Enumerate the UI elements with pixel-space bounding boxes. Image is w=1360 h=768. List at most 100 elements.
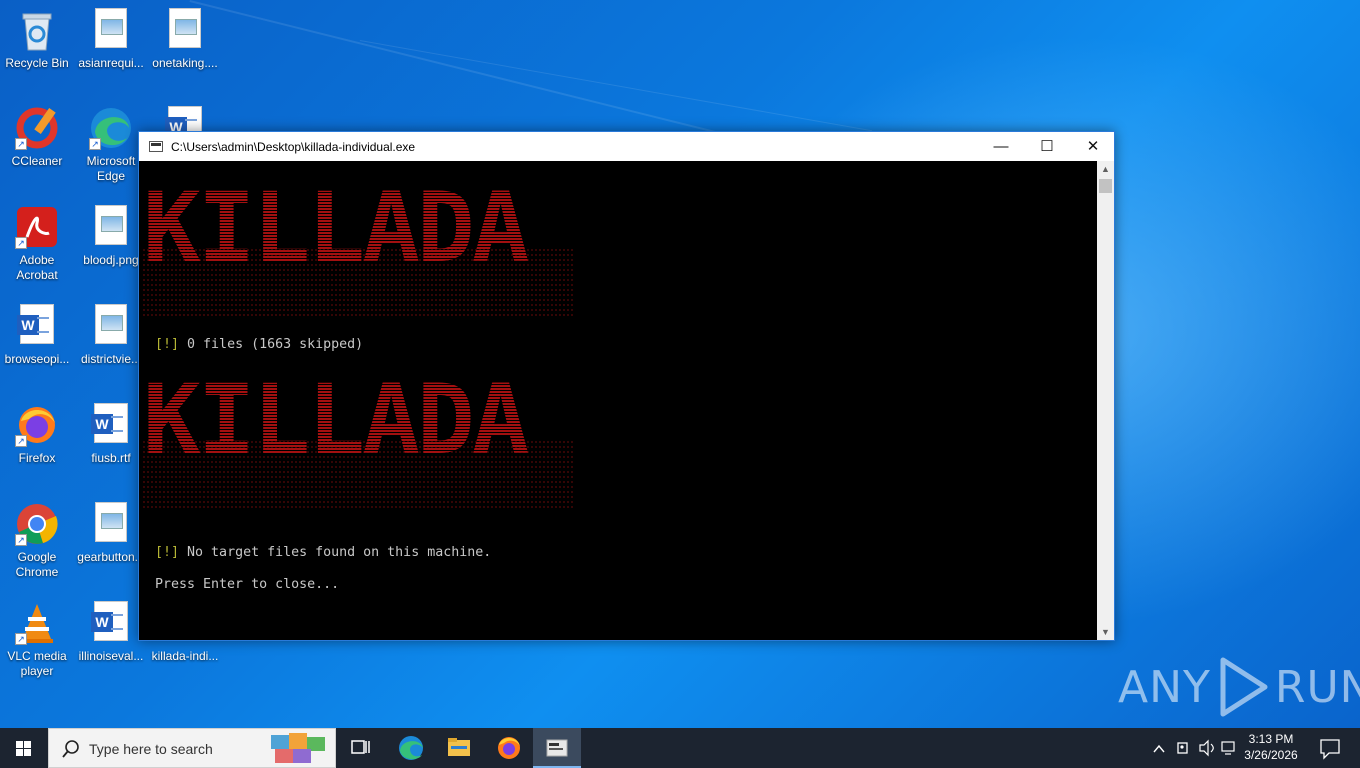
desktop-icon-label: districtvie...: [80, 352, 141, 366]
desktop-icon-label: bloodj.png: [83, 253, 139, 267]
desktop-icon-label: VLC media player: [7, 649, 67, 678]
desktop-icon-adobe-acrobat[interactable]: ↗ Adobe Acrobat: [0, 205, 74, 283]
desktop-icon-fiusb[interactable]: W fiusb.rtf: [74, 403, 148, 466]
light-ray: [359, 40, 873, 132]
notification-icon: [1320, 739, 1340, 760]
volume-icon[interactable]: [1199, 739, 1214, 757]
window-title: C:\Users\admin\Desktop\killada-individua…: [171, 139, 416, 154]
killada-banner-1: KILLADA: [143, 169, 583, 319]
close-button[interactable]: ✕: [1070, 132, 1116, 161]
taskbar-search-box[interactable]: Type here to search: [48, 728, 336, 768]
desktop-icon-vlc[interactable]: ↗ VLC media player: [0, 601, 74, 679]
maximize-button[interactable]: ☐: [1024, 132, 1070, 161]
windows-logo-icon: [16, 741, 31, 756]
scroll-down-arrow-icon[interactable]: ▼: [1097, 624, 1114, 640]
firefox-icon: ↗: [15, 403, 59, 447]
desktop-icon-bloodj[interactable]: bloodj.png: [74, 205, 148, 268]
desktop-icon-microsoft-edge[interactable]: ↗ Microsoft Edge: [74, 106, 148, 184]
word-document-icon: W: [15, 304, 59, 348]
image-file-icon: [163, 8, 207, 52]
console-line-prompt: Press Enter to close...: [155, 577, 340, 592]
shortcut-arrow-icon: ↗: [15, 237, 27, 249]
task-view-button[interactable]: [336, 728, 384, 768]
shortcut-arrow-icon: ↗: [15, 435, 27, 447]
ccleaner-icon: ↗: [15, 106, 59, 150]
play-logo-icon: [1220, 657, 1268, 717]
scroll-up-arrow-icon[interactable]: ▲: [1097, 161, 1114, 177]
files-status: 0 files (1663 skipped): [179, 337, 364, 352]
no-target-message: No target files found on this machine.: [179, 545, 492, 560]
word-document-icon: W: [89, 601, 133, 645]
taskbar-console-button[interactable]: [533, 728, 581, 768]
search-highlight-puzzle-icon: [271, 733, 325, 763]
desktop-icon-gearbutton[interactable]: gearbutton...: [74, 502, 148, 565]
action-center-button[interactable]: [1310, 728, 1350, 768]
banner-text: KILLADA: [143, 172, 529, 284]
console-scrollbar[interactable]: ▲ ▼: [1097, 161, 1114, 640]
firefox-icon: [498, 737, 520, 759]
desktop-icon-districtvie[interactable]: districtvie...: [74, 304, 148, 367]
taskbar-clock[interactable]: 3:13 PM 3/26/2026: [1238, 731, 1304, 763]
warn-bracket: [!]: [155, 337, 180, 352]
image-file-icon: [89, 205, 133, 249]
desktop-icon-ccleaner[interactable]: ↗ CCleaner: [0, 106, 74, 169]
desktop-icon-illinoiseval[interactable]: W illinoiseval...: [74, 601, 148, 664]
vlc-icon: ↗: [15, 601, 59, 645]
console-line-files: [!] 0 files (1663 skipped): [155, 337, 363, 352]
desktop-icon-firefox[interactable]: ↗ Firefox: [0, 403, 74, 466]
desktop-icon-label: fiusb.rtf: [91, 451, 131, 465]
killada-banner-2: KILLADA: [143, 361, 583, 511]
desktop-icon-label: browseopi...: [4, 352, 70, 366]
chrome-icon: ↗: [15, 502, 59, 546]
desktop-icon-label: Firefox: [18, 451, 56, 465]
watermark-right: RUN: [1274, 661, 1360, 713]
desktop-icon-label: illinoiseval...: [78, 649, 144, 663]
console-output[interactable]: KILLADA [!] 0 files (1663 skipped) KILLA…: [139, 161, 1098, 640]
search-placeholder: Type here to search: [89, 741, 213, 757]
desktop-icon-google-chrome[interactable]: ↗ Google Chrome: [0, 502, 74, 580]
console-line-no-targets: [!] No target files found on this machin…: [155, 545, 491, 560]
edge-icon: [399, 736, 423, 760]
window-titlebar[interactable]: C:\Users\admin\Desktop\killada-individua…: [139, 132, 1114, 161]
taskbar-edge-button[interactable]: [387, 728, 435, 768]
shortcut-arrow-icon: ↗: [15, 534, 27, 546]
start-button[interactable]: [0, 728, 48, 768]
network-icon[interactable]: [1221, 741, 1235, 755]
light-ray: [189, 0, 773, 148]
warn-bracket: [!]: [155, 545, 180, 560]
taskbar-file-explorer-button[interactable]: [435, 728, 483, 768]
taskbar: Type here to search 3:13 PM 3/26/2026: [0, 728, 1360, 768]
watermark-left: ANY: [1118, 661, 1211, 713]
task-view-icon: [351, 740, 370, 754]
edge-icon: ↗: [89, 106, 133, 150]
clock-time: 3:13 PM: [1248, 732, 1294, 746]
console-window[interactable]: C:\Users\admin\Desktop\killada-individua…: [138, 131, 1115, 641]
banner-text: KILLADA: [143, 364, 529, 476]
desktop-icon-onetaking[interactable]: onetaking....: [148, 8, 222, 71]
desktop-icon-label: CCleaner: [11, 154, 63, 168]
desktop-icon-asianrequi[interactable]: asianrequi...: [74, 8, 148, 71]
image-file-icon: [89, 502, 133, 546]
desktop-icon-browseopi[interactable]: W browseopi...: [0, 304, 74, 367]
search-icon: [62, 740, 79, 758]
word-document-icon: W: [89, 403, 133, 447]
shortcut-arrow-icon: ↗: [15, 138, 27, 150]
taskbar-firefox-button[interactable]: [485, 728, 533, 768]
system-tray: [1150, 728, 1238, 768]
console-app-icon: [149, 141, 163, 152]
desktop-icon-label: killada-indi...: [151, 649, 219, 663]
desktop-icon-label: Adobe Acrobat: [16, 253, 58, 282]
image-file-icon: [89, 8, 133, 52]
shortcut-arrow-icon: ↗: [15, 633, 27, 645]
desktop-icon-label: gearbutton...: [77, 550, 145, 564]
scroll-thumb[interactable]: [1099, 179, 1112, 193]
desktop-icon-label: Microsoft Edge: [86, 154, 136, 183]
minimize-button[interactable]: —: [978, 132, 1024, 161]
desktop-icon-label: onetaking....: [152, 56, 218, 70]
desktop-icon-recycle-bin[interactable]: Recycle Bin: [0, 8, 74, 71]
show-hidden-icons-chevron-icon[interactable]: [1153, 744, 1165, 753]
meet-now-icon[interactable]: [1177, 742, 1188, 754]
recycle-bin-icon: [15, 8, 59, 52]
file-explorer-icon: [448, 738, 470, 756]
clock-date: 3/26/2026: [1244, 748, 1298, 762]
